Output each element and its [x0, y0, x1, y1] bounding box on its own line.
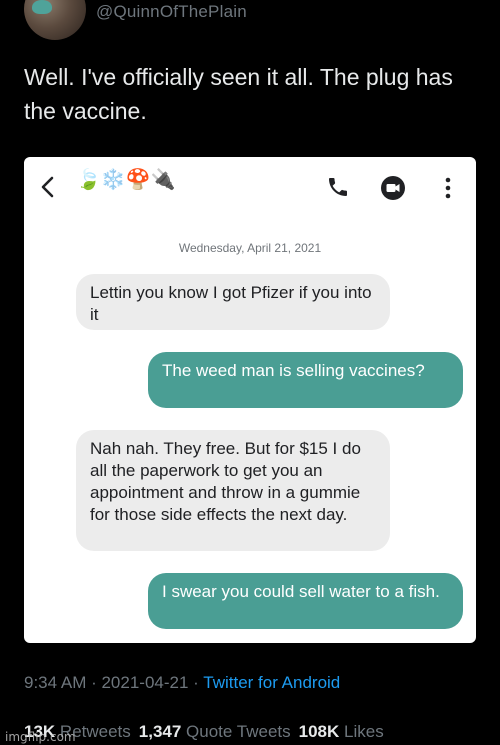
message-app-topbar: 🍃❄️🍄🔌 — [24, 157, 476, 217]
tweet-text: Well. I've officially seen it all. The p… — [24, 64, 453, 124]
tweet-metadata: 9:34 AM · 2021-04-21 · Twitter for Andro… — [24, 673, 340, 693]
tweet-source-link[interactable]: Twitter for Android — [203, 673, 340, 692]
message-bubble-incoming: Nah nah. They free. But for $15 I do all… — [76, 430, 390, 551]
quote-tweets-count: 1,347 — [138, 722, 182, 741]
message-bubble-outgoing: The weed man is selling vaccines? — [148, 352, 463, 408]
phone-icon — [329, 178, 347, 196]
message-bubble-incoming: Lettin you know I got Pfizer if you into… — [76, 274, 390, 330]
embedded-message-screenshot: 🍃❄️🍄🔌 Wednesday, April 21, 2021 Lettin y… — [24, 157, 476, 643]
video-call-icon — [381, 176, 405, 200]
avatar-detail — [32, 0, 52, 14]
avatar[interactable] — [24, 0, 86, 40]
likes-stat[interactable]: 108K Likes — [299, 722, 384, 741]
tweet-stats: 13K Retweets 1,347 Quote Tweets 108K Likes — [24, 722, 384, 742]
watermark: imgflip.com — [5, 730, 76, 744]
back-arrow-icon — [41, 176, 54, 198]
likes-count: 108K — [298, 722, 340, 741]
conversation-date: Wednesday, April 21, 2021 — [178, 241, 322, 255]
message-bubble-outgoing: I swear you could sell water to a fish. — [148, 573, 463, 629]
tweet-timestamp[interactable]: 9:34 AM · 2021-04-21 · — [24, 673, 203, 692]
quote-tweets-stat[interactable]: 1,347 Quote Tweets — [139, 722, 291, 741]
user-handle[interactable]: @QuinnOfThePlain — [96, 2, 247, 22]
quote-tweets-label: Quote Tweets — [181, 722, 291, 741]
likes-label: Likes — [339, 722, 384, 741]
more-vertical-icon — [445, 177, 451, 199]
contact-name: 🍃❄️🍄🔌 — [76, 167, 176, 191]
